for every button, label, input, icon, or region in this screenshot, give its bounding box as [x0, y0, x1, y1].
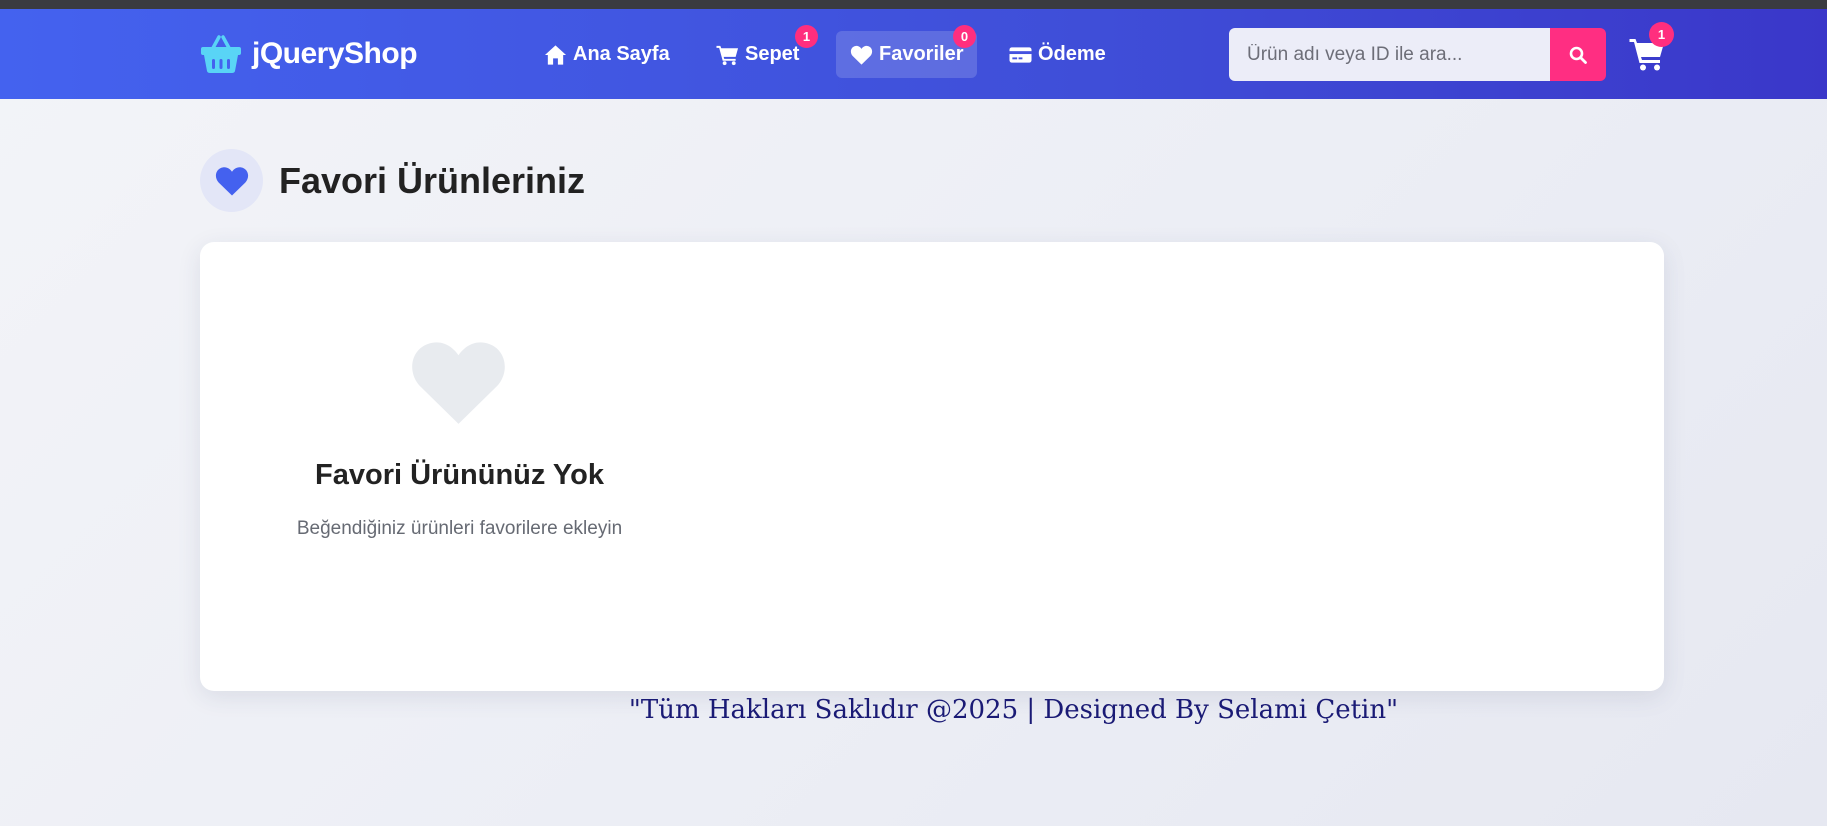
nav-checkout[interactable]: Ödeme: [995, 31, 1120, 78]
header-cart-badge: 1: [1649, 22, 1674, 47]
empty-state-description: Beğendiğiniz ürünleri favorilere ekleyin: [296, 518, 623, 539]
heart-icon: [215, 166, 248, 196]
search-icon: [1569, 46, 1587, 64]
nav-checkout-label: Ödeme: [1038, 43, 1106, 65]
nav-cart-label: Sepet: [745, 43, 800, 65]
empty-state: Favori Ürününüz Yok Beğendiğiniz ürünler…: [200, 242, 719, 691]
favorites-card: Favori Ürününüz Yok Beğendiğiniz ürünler…: [200, 242, 1664, 691]
shopping-basket-icon: [201, 35, 241, 73]
footer-copyright: "Tüm Hakları Saklıdır @2025 | Designed B…: [628, 695, 1399, 725]
navbar: jQueryShop Ana Sayfa Sepet 1 Favoriler 0…: [0, 9, 1827, 99]
nav-favorites-badge: 0: [953, 25, 976, 48]
window-top-strip: [0, 0, 1827, 9]
nav-home[interactable]: Ana Sayfa: [530, 31, 684, 78]
search-button[interactable]: [1550, 28, 1606, 81]
heading-icon-circle: [200, 149, 263, 212]
credit-card-icon: [1009, 46, 1032, 63]
nav-cart-badge: 1: [795, 25, 818, 48]
home-icon: [544, 44, 567, 65]
nav-favorites-label: Favoriler: [879, 43, 964, 65]
empty-state-title: Favori Ürününüz Yok: [315, 459, 604, 491]
heart-icon: [412, 342, 505, 424]
nav-home-label: Ana Sayfa: [573, 43, 670, 65]
heart-icon: [850, 45, 873, 65]
cart-icon: [716, 45, 739, 65]
brand-name: jQueryShop: [252, 37, 418, 70]
page-title: Favori Ürünleriniz: [279, 159, 586, 201]
page-heading: Favori Ürünleriniz: [200, 149, 585, 212]
search-input[interactable]: [1229, 28, 1551, 81]
brand-logo[interactable]: jQueryShop: [200, 34, 418, 74]
